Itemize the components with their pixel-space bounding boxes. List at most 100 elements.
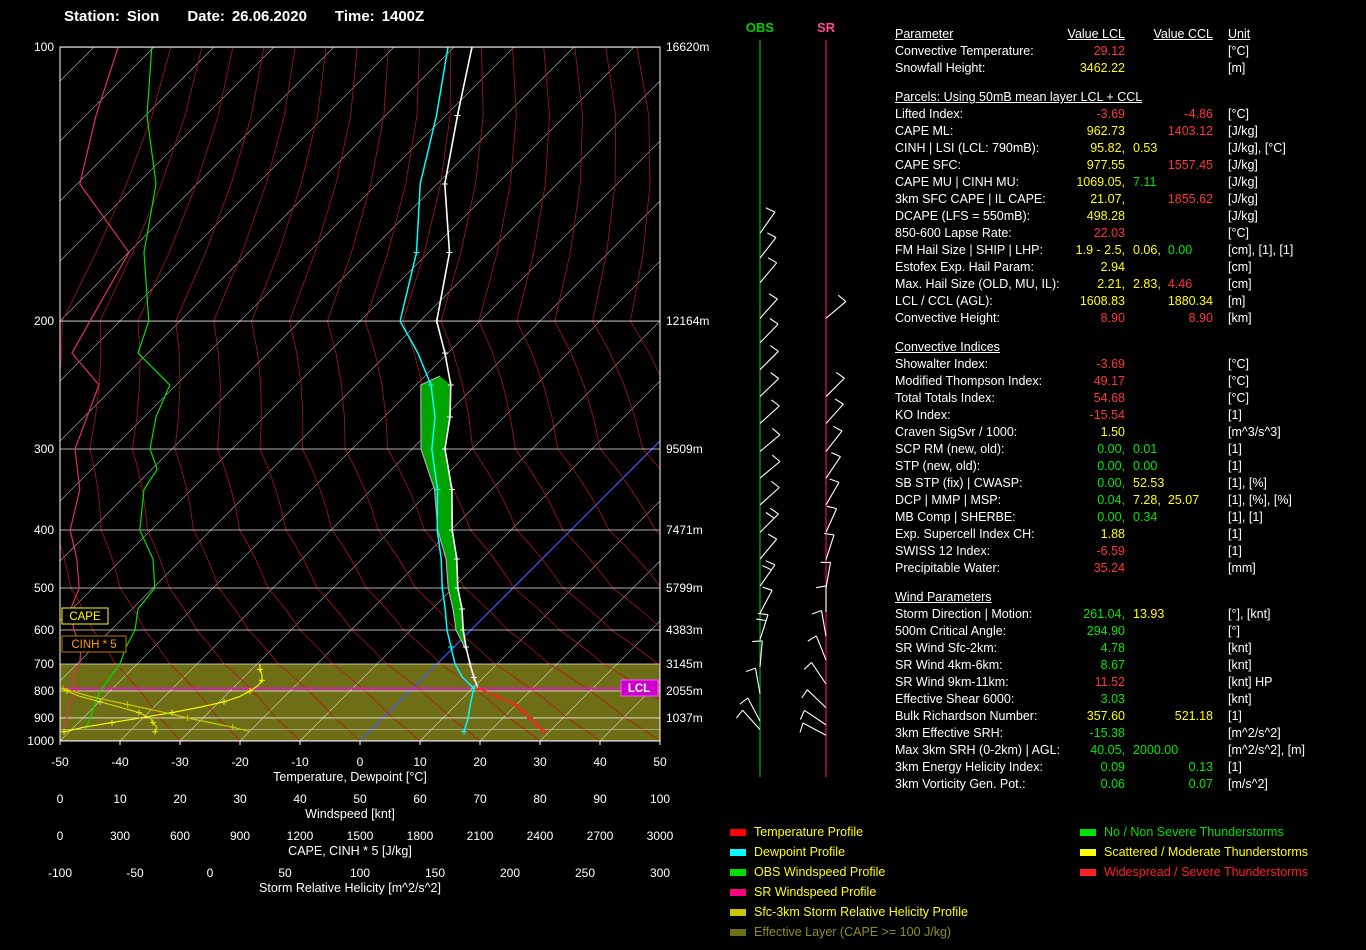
- wind-barb-feather: [803, 662, 812, 670]
- param-label: Exp. Supercell Index CH:: [895, 527, 1035, 541]
- wind-barb-feather: [801, 689, 808, 699]
- table-row: SCP RM (new, old): 0.00, 0.01 [1]: [895, 441, 1360, 458]
- wind-barb-feather: [762, 586, 773, 591]
- cape-axis-tick-label: 2100: [467, 829, 494, 843]
- wind-barb-icon: [759, 590, 773, 614]
- param-unit: [m^2/s^2]: [1228, 726, 1281, 740]
- legend-swatch-icon: [730, 929, 746, 936]
- param-value-lcl: -15.54: [1089, 408, 1125, 422]
- param-label: Storm Direction | Motion:: [895, 607, 1033, 621]
- table-row: Storm Direction | Motion: 261.04, 13.93 [°]…: [895, 606, 1360, 623]
- legend-label: SR Windspeed Profile: [754, 885, 877, 899]
- param-value-lcl: 261.04,: [1083, 607, 1125, 621]
- wind-barb-feather: [826, 505, 837, 510]
- param-label: SCP RM (new, old):: [895, 442, 1005, 456]
- table-row: Convective Height: 8.90 8.90 [km]: [895, 310, 1360, 327]
- legend-swatch-icon: [730, 869, 746, 876]
- table-row: 850-600 Lapse Rate: 22.03 [°C]: [895, 225, 1360, 242]
- param-value-mid: 0.01: [1133, 442, 1158, 456]
- wind-barb-feather: [739, 697, 749, 705]
- param-unit: [1], [%], [%]: [1228, 493, 1292, 507]
- table-row: Max. Hail Size (OLD, MU, IL): 2.21, 2.83, 4…: [895, 276, 1360, 293]
- param-label: Snowfall Height:: [895, 61, 986, 75]
- wind-barb-feather: [831, 452, 841, 458]
- wind-barb-icon: [759, 211, 776, 234]
- param-unit: [cm]: [1228, 260, 1252, 274]
- param-unit: [1]: [1228, 527, 1242, 541]
- param-label: LCL / CCL (AGL):: [895, 294, 993, 308]
- wind-axis-tick-label: 90: [593, 792, 607, 806]
- wind-barb-icon: [825, 508, 838, 533]
- wind-barb-icon: [759, 513, 779, 533]
- param-value-mid: 0.06,: [1133, 243, 1161, 257]
- obs-column-label: OBS: [746, 20, 775, 35]
- param-value-lcl: 40.05,: [1090, 743, 1125, 757]
- param-value-ccl: 1557.45: [1167, 158, 1213, 172]
- legend-label: Dewpoint Profile: [754, 845, 846, 859]
- param-values-mid: 0.53: [1133, 140, 1157, 157]
- param-unit: [cm]: [1228, 277, 1252, 291]
- wind-axis-tick-label: 50: [353, 792, 367, 806]
- wind-barb-icon: [759, 262, 778, 284]
- dry-adiabat-line: [699, 47, 880, 741]
- cape-axis-tick-label: 0: [57, 829, 64, 843]
- table-row: Bulk Richardson Number: 357.60 521.18 [1]: [895, 708, 1360, 725]
- pressure-tick-label: 700: [34, 657, 54, 671]
- param-label: SB STP (fix) | CWASP:: [895, 476, 1023, 490]
- param-unit: [m]: [1228, 61, 1246, 75]
- dry-adiabat-line: [213, 47, 421, 741]
- table-row: Exp. Supercell Index CH: 1.88 [1]: [895, 526, 1360, 543]
- param-label: DCP | MMP | MSP:: [895, 493, 1002, 507]
- param-values-mid: 0.06, 0.00: [1133, 242, 1192, 259]
- table-row: SR Wind 4km-6km: 8.67 [knt]: [895, 657, 1360, 674]
- wind-barb-feather: [832, 425, 843, 432]
- param-label: CINH | LSI (LCL: 790mB):: [895, 141, 1040, 155]
- pressure-tick-label: 900: [34, 711, 54, 725]
- param-value-lcl: 1.88: [1100, 527, 1125, 541]
- wind-barb-feather: [767, 533, 777, 540]
- param-label: Modified Thompson Index:: [895, 374, 1043, 388]
- param-label: Convective Temperature:: [895, 44, 1034, 58]
- isotherm-line: [599, 680, 660, 741]
- legend-swatch-icon: [730, 829, 746, 836]
- param-value-mid: 0.34: [1133, 510, 1158, 524]
- wind-barb-icon: [754, 668, 761, 694]
- table-row: 3km Effective SRH: -15.38 [m^2/s^2]: [895, 725, 1360, 742]
- legend-label: Effective Layer (CAPE >= 100 J/kg): [754, 925, 952, 939]
- param-value-lcl: 11.52: [1094, 675, 1125, 689]
- param-value-ccl: 1403.12: [1167, 124, 1213, 138]
- pressure-tick-label: 200: [34, 314, 54, 328]
- wind-barb-feather: [752, 640, 763, 643]
- wind-barb-feather: [745, 667, 756, 673]
- param-value-ccl: 8.90: [1188, 311, 1213, 325]
- severity-legend: No / Non Severe Thunderstorms Scattered /…: [1080, 822, 1308, 882]
- cinh-label: CINH * 5: [71, 639, 116, 651]
- skewt-chart: 100200300400500600700800900100016620m121…: [27, 20, 880, 895]
- param-label: Convective Height:: [895, 311, 1000, 325]
- wind-barb-icon: [825, 456, 841, 479]
- plot-area: [60, 47, 880, 741]
- col-header-value-ccl: Value CCL: [1153, 27, 1213, 41]
- param-values-mid: 0.00: [1133, 458, 1157, 475]
- param-unit: [°C]: [1228, 357, 1249, 371]
- lcl-label: LCL: [628, 683, 650, 695]
- profile-marker: [413, 249, 420, 256]
- cape-axis-tick-label: 2700: [587, 829, 614, 843]
- table-row: 3km Energy Helicity Index: 0.09 0.13 [1]: [895, 759, 1360, 776]
- dry-adiabat-line: [592, 47, 660, 470]
- param-value-ccl: 1880.34: [1167, 294, 1213, 308]
- profile-marker: [433, 318, 440, 325]
- table-row: DCP | MMP | MSP: 0.04, 7.28, 25.07 [1], [%],…: [895, 492, 1360, 509]
- param-unit: [m/s^2]: [1228, 777, 1268, 791]
- wind-barb-icon: [759, 538, 778, 560]
- temp-axis-tick-label: -40: [111, 755, 129, 769]
- dry-adiabat-line: [730, 47, 880, 741]
- dry-adiabat-line: [289, 47, 541, 741]
- param-label: 3km Vorticity Gen. Pot.:: [895, 777, 1026, 791]
- pressure-tick-label: 600: [34, 623, 54, 637]
- param-label: Lifted Index:: [895, 107, 964, 121]
- parameter-table: Parameter Value LCL Value CCL Unit Convectiv…: [895, 26, 1360, 793]
- isotherm-line: [179, 260, 660, 741]
- table-row: Estofex Exp. Hail Param: 2.94 [cm]: [895, 259, 1360, 276]
- param-value-lcl: 29.12: [1093, 44, 1125, 58]
